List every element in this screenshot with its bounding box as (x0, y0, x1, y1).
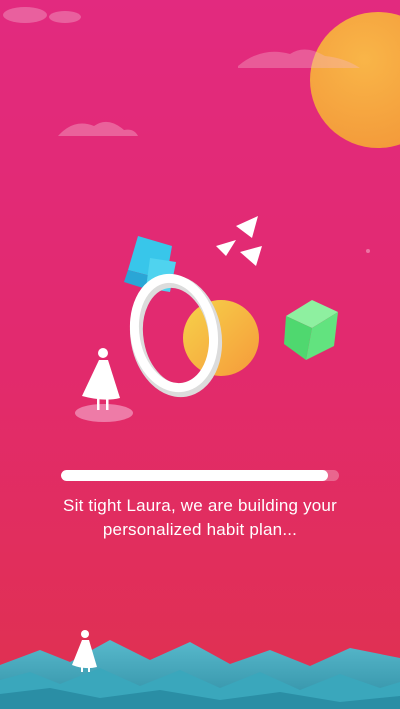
loading-illustration (0, 7, 400, 709)
cloud-icon (3, 7, 81, 23)
cloud-icon (58, 121, 138, 136)
loading-message-line1: Sit tight Laura, we are building your (63, 496, 337, 515)
progress-bar-fill (61, 470, 328, 481)
progress-bar (61, 470, 339, 481)
triangles-icon (216, 216, 262, 266)
cube-icon (284, 300, 338, 360)
loading-message-line2: personalized habit plan... (102, 520, 298, 539)
loading-screen: Sit tight Laura, we are building your pe… (0, 0, 400, 709)
sun-icon (310, 12, 400, 148)
portal-ring-icon (129, 273, 223, 398)
figure-icon (82, 348, 120, 410)
platform-icon (75, 404, 133, 422)
mountains-icon (0, 640, 400, 709)
loading-message: Sit tight Laura, we are building your pe… (20, 494, 380, 542)
